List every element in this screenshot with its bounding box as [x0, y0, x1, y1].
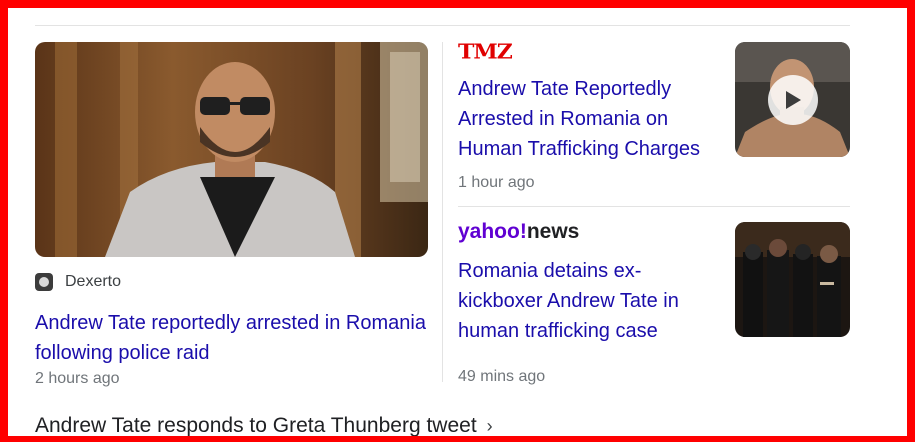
- play-video-button[interactable]: [768, 75, 818, 125]
- main-story-thumbnail[interactable]: [35, 42, 428, 257]
- side-story-timestamp: 1 hour ago: [458, 174, 535, 191]
- side-story-thumbnail[interactable]: [735, 42, 850, 157]
- side-story-card-yahoo[interactable]: yahoo!news Romania detains ex-kickboxer …: [458, 220, 850, 386]
- main-story-headline[interactable]: Andrew Tate reportedly arrested in Roman…: [35, 308, 430, 368]
- more-stories-label: Andrew Tate responds to Greta Thunberg t…: [35, 414, 477, 437]
- main-story-card[interactable]: Dexerto Andrew Tate reportedly arrested …: [35, 42, 430, 388]
- play-icon: [786, 91, 801, 109]
- side-story-card-tmz[interactable]: TMZ Andrew Tate Reportedly Arrested in R…: [458, 40, 850, 192]
- source-name: Dexerto: [65, 273, 122, 290]
- story-divider: [458, 206, 850, 207]
- column-divider: [442, 42, 443, 382]
- yahoo-news-logo: yahoo!news: [458, 220, 718, 248]
- main-story-source: Dexerto: [35, 272, 430, 292]
- side-story-timestamp: 49 mins ago: [458, 368, 546, 385]
- more-stories-link[interactable]: Andrew Tate responds to Greta Thunberg t…: [35, 414, 493, 438]
- dexerto-favicon-icon: [35, 273, 53, 291]
- news-logo-part: news: [526, 220, 580, 243]
- top-divider: [35, 25, 850, 26]
- side-story-headline[interactable]: Andrew Tate Reportedly Arrested in Roman…: [458, 74, 718, 164]
- chevron-right-icon: ›: [486, 415, 493, 436]
- main-story-timestamp: 2 hours ago: [35, 370, 120, 387]
- side-story-headline[interactable]: Romania detains ex-kickboxer Andrew Tate…: [458, 256, 718, 346]
- tmz-logo: TMZ: [458, 39, 513, 65]
- yahoo-logo-part: yahoo!: [458, 220, 527, 243]
- side-story-thumbnail[interactable]: [735, 222, 850, 337]
